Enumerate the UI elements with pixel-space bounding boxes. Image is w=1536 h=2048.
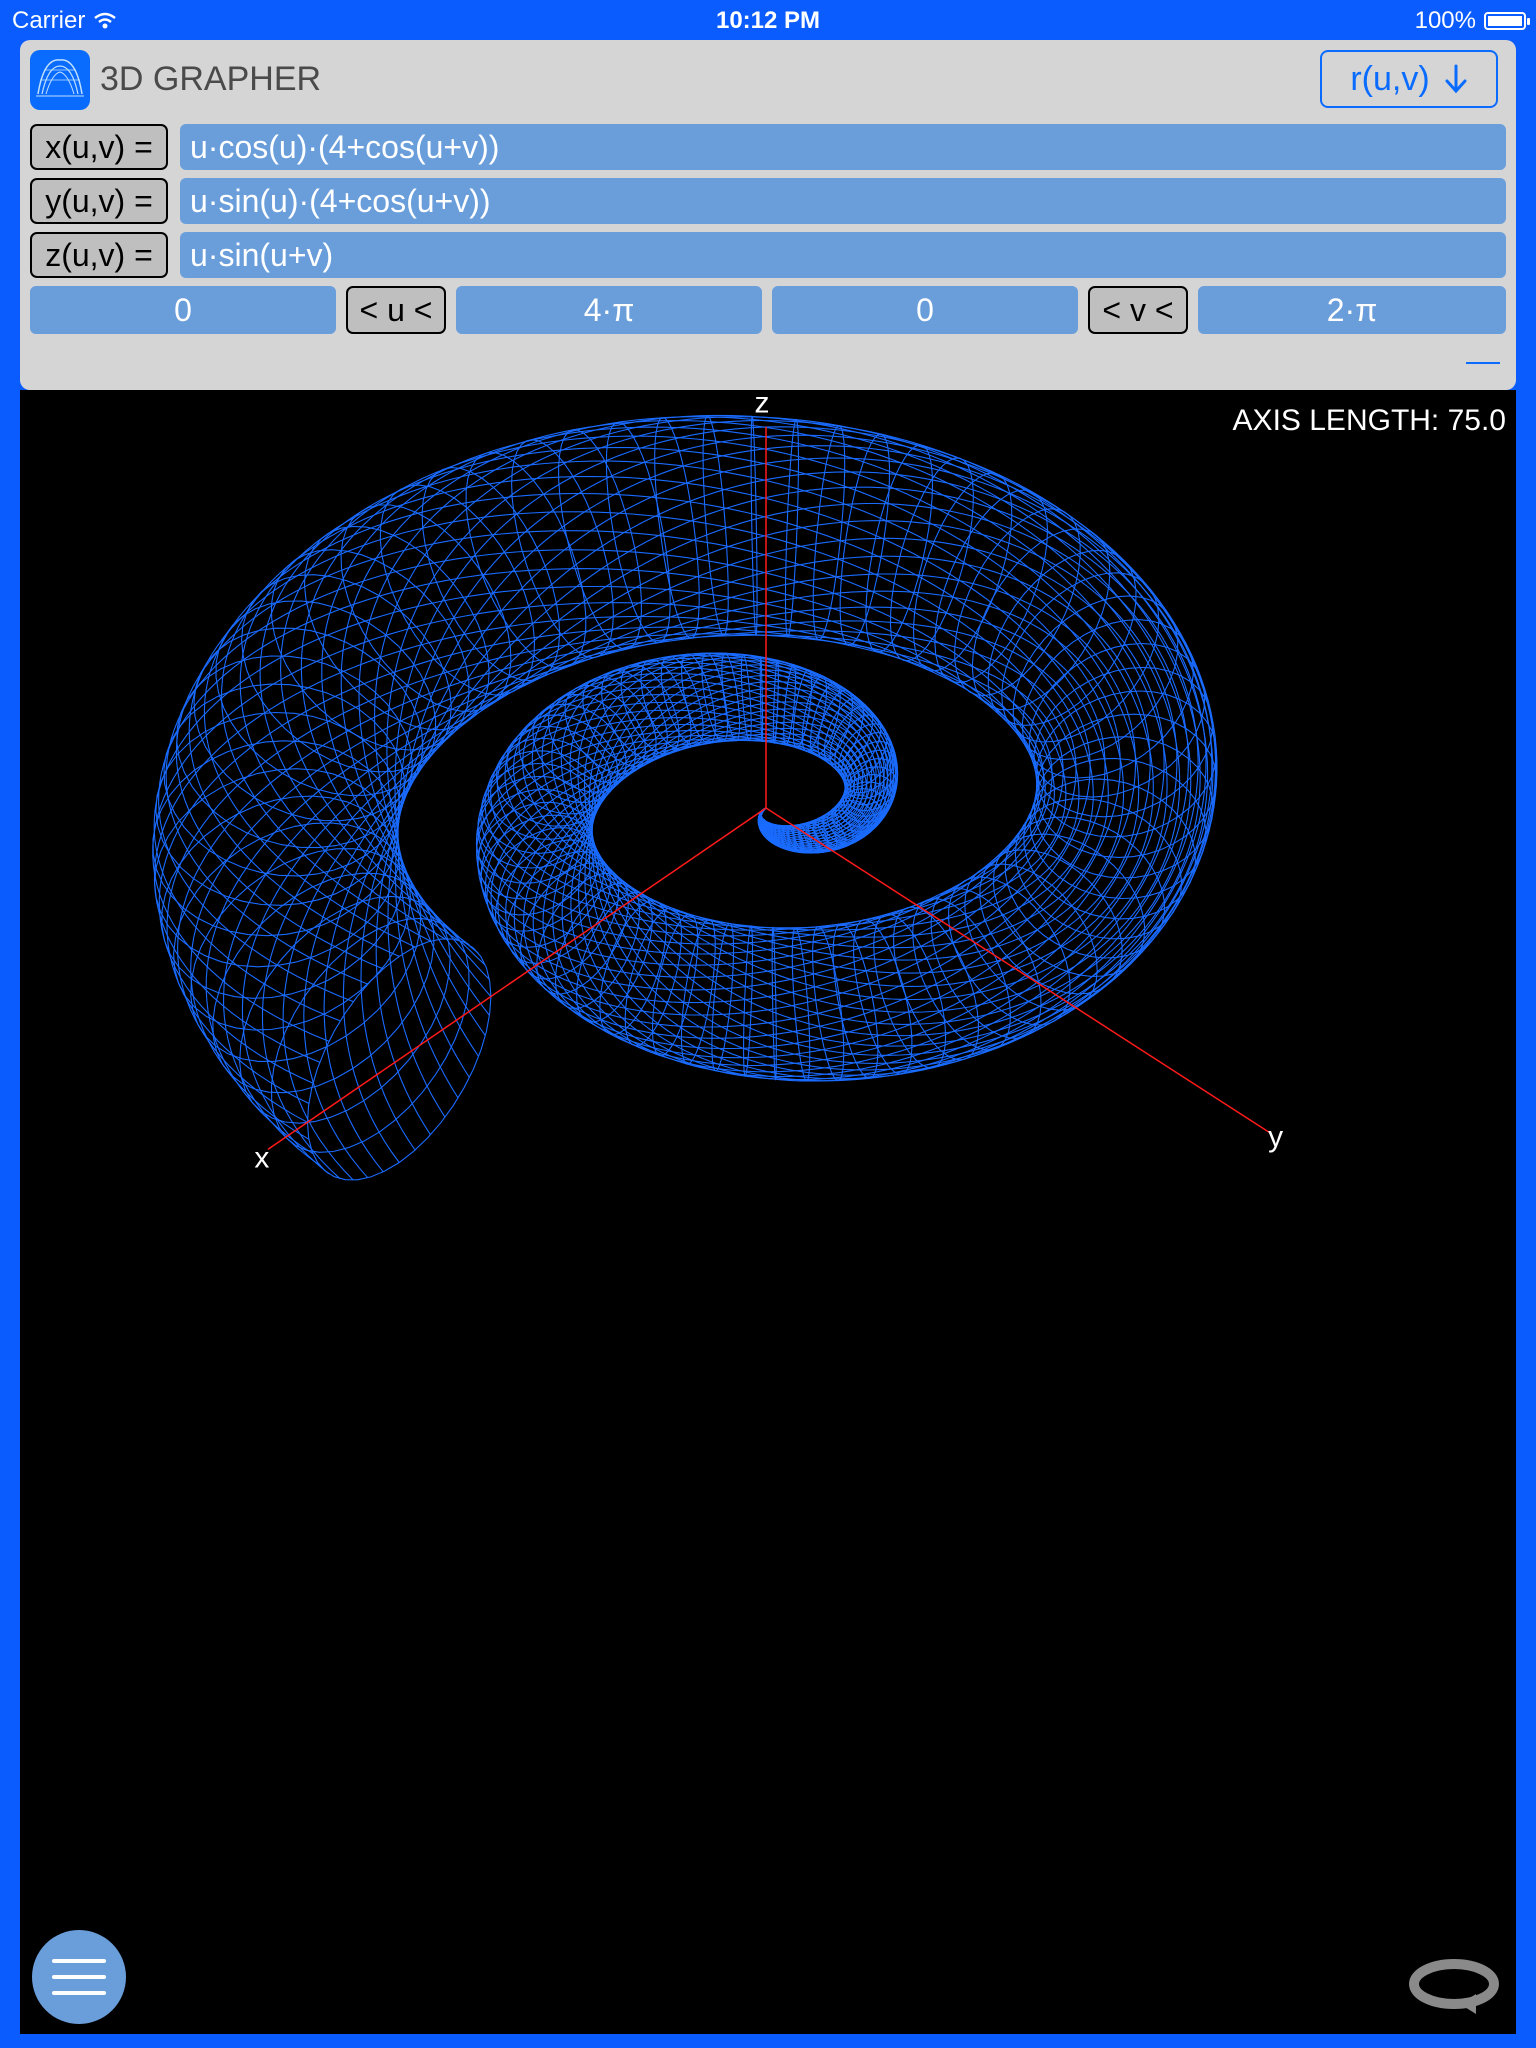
z-function-row: z(u,v) = u·sin(u+v)	[30, 232, 1516, 280]
surface-spiral-line	[358, 414, 1201, 1037]
y-function-label[interactable]: y(u,v) =	[30, 178, 168, 224]
surface-spiral-line	[165, 549, 1055, 985]
surface-ring	[303, 525, 490, 731]
v-range-label[interactable]: < v <	[1088, 286, 1188, 334]
hamburger-menu-icon[interactable]	[32, 1930, 126, 2024]
v-max-field[interactable]: 2·π	[1198, 286, 1506, 334]
surface-ring	[702, 414, 729, 637]
surface-ring	[193, 627, 424, 822]
z-function-input[interactable]: u·sin(u+v)	[180, 232, 1506, 278]
y-function-input[interactable]: u·sin(u)·(4+cos(u+v))	[180, 178, 1506, 224]
surface-graph-icon[interactable]	[30, 50, 90, 110]
status-bar: Carrier 10:12 PM 100%	[0, 0, 1536, 40]
surface-wireframe	[152, 414, 1218, 1181]
mode-select-button[interactable]: r(u,v)	[1320, 50, 1498, 108]
range-row: 0 < u < 4·π 0 < v < 2·π	[30, 286, 1516, 336]
rotate-icon[interactable]	[1406, 1950, 1502, 2020]
collapse-panel-handle[interactable]	[1466, 362, 1500, 364]
z-function-label[interactable]: z(u,v) =	[30, 232, 168, 278]
battery-fill	[1488, 16, 1522, 26]
surface-ring	[270, 549, 470, 751]
battery-percent: 100%	[1414, 7, 1476, 34]
x-function-row: x(u,v) = u·cos(u)·(4+cos(u+v))	[30, 124, 1516, 172]
surface-plot[interactable]: x y z	[20, 390, 1516, 2034]
u-min-field[interactable]: 0	[30, 286, 336, 334]
x-axis-label: x	[254, 1141, 269, 1174]
u-max-field[interactable]: 4·π	[456, 286, 762, 334]
surface-spiral-line	[223, 606, 1106, 1166]
z-axis-label: z	[755, 390, 770, 420]
mode-label: r(u,v)	[1350, 59, 1430, 98]
battery-status: 100%	[1414, 7, 1530, 35]
x-axis	[267, 807, 767, 1151]
y-axis-label: y	[1268, 1121, 1283, 1154]
clock: 10:12 PM	[715, 7, 821, 34]
surface-spiral-line	[158, 568, 1046, 1003]
app-title: 3D GRAPHER	[100, 60, 322, 98]
surface-ring	[791, 927, 811, 1082]
y-function-row: y(u,v) = u·sin(u)·(4+cos(u+v))	[30, 178, 1516, 226]
x-function-input[interactable]: u·cos(u)·(4+cos(u+v))	[180, 124, 1506, 170]
surface-spiral-line	[395, 445, 1217, 1099]
surface-ring	[270, 917, 470, 1153]
u-range-label[interactable]: < u <	[346, 286, 446, 334]
function-panel: 3D GRAPHER r(u,v) x(u,v) = u·cos(u)·(4+c…	[20, 40, 1516, 390]
v-min-field[interactable]: 0	[772, 286, 1078, 334]
x-function-label[interactable]: x(u,v) =	[30, 124, 168, 170]
battery-icon	[1484, 12, 1530, 30]
graph-canvas[interactable]: AXIS LENGTH: 75.0 xyz	[20, 390, 1516, 2034]
arrow-down-icon	[1445, 64, 1467, 94]
surface-spiral-line	[153, 585, 1040, 1022]
